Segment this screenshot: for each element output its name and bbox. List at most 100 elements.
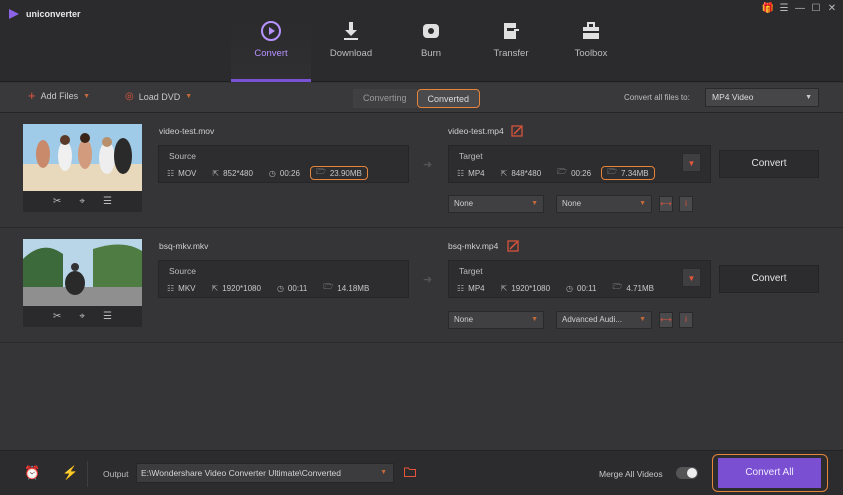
resolution-icon: ⇱ <box>500 168 508 178</box>
target-filename: video-test.mp4 <box>448 126 504 136</box>
clock-icon: ◷ <box>566 283 574 293</box>
source-duration: 00:26 <box>279 168 300 178</box>
output-path-select[interactable]: E:\Wondershare Video Converter Ultimate\… <box>136 463 394 483</box>
main-nav: Convert Download Burn Transfer Toolbox <box>231 20 631 82</box>
source-info: Source ☷ MKV ⇱ 1920*1080 ◷ 00:11 🗁 14.18MB <box>158 260 409 298</box>
merge-all-label: Merge All Videos <box>599 469 663 479</box>
alarm-clock-icon[interactable]: ⏰ <box>24 465 40 481</box>
target-settings-dropdown[interactable]: ▼ <box>682 268 701 287</box>
output-label: Output <box>103 469 129 479</box>
convert-all-highlight: Convert All <box>712 454 828 492</box>
info-icon: i <box>685 315 687 324</box>
effects-icon[interactable]: ☰ <box>103 311 112 322</box>
video-thumbnail[interactable] <box>23 124 142 191</box>
video-thumbnail-box: ✂ ⌖ ☰ <box>23 239 142 327</box>
scissors-icon[interactable]: ✂ <box>53 311 61 322</box>
convert-icon <box>261 21 281 41</box>
chevron-down-icon: ▼ <box>531 316 538 323</box>
open-folder-icon[interactable] <box>404 467 416 477</box>
folder-icon: 🗁 <box>323 282 334 291</box>
crop-icon[interactable]: ⌖ <box>79 196 85 207</box>
convert-button[interactable]: Convert <box>719 265 819 293</box>
resolution-icon: ⇱ <box>211 283 219 293</box>
chevron-down-icon: ▼ <box>639 316 646 323</box>
brand: uniconverter <box>8 8 81 20</box>
chevron-down-icon[interactable]: ▼ <box>83 93 90 100</box>
file-row: ✂ ⌖ ☰ bsq-mkv.mkv Source ☷ MKV ⇱ 1920*1080… <box>0 229 843 343</box>
clock-icon: ◷ <box>268 168 276 178</box>
audio-value: Advanced Audi... <box>562 315 623 324</box>
subtitle-select[interactable]: None ▼ <box>448 195 544 213</box>
target-duration: 00:26 <box>571 168 592 178</box>
merge-audio-button[interactable]: ⟷ <box>659 312 673 328</box>
nav-burn[interactable]: Burn <box>391 20 471 82</box>
info-button[interactable]: i <box>679 312 693 328</box>
chevron-down-icon: ▼ <box>639 200 646 207</box>
source-duration: 00:11 <box>287 283 308 293</box>
source-header: Source <box>169 151 196 161</box>
nav-convert[interactable]: Convert <box>231 20 311 82</box>
nav-toolbox[interactable]: Toolbox <box>551 20 631 82</box>
lightning-icon[interactable]: ⚡ <box>62 465 78 481</box>
nav-transfer[interactable]: Transfer <box>471 20 551 82</box>
output-format-select[interactable]: MP4 Video ▼ <box>705 88 819 107</box>
resolution-icon: ⇱ <box>500 283 508 293</box>
target-size: 4.71MB <box>626 283 654 293</box>
folder-icon: 🗁 <box>612 282 623 291</box>
subtitle-select[interactable]: None ▼ <box>448 311 544 329</box>
maximize-icon[interactable]: ☐ <box>811 4 821 14</box>
target-header: Target <box>459 266 483 276</box>
folder-icon: 🗁 <box>557 167 568 176</box>
tab-converted[interactable]: Converted <box>416 89 481 108</box>
source-details: ☷ MKV ⇱ 1920*1080 ◷ 00:11 🗁 14.18MB <box>167 281 385 295</box>
chevron-down-icon: ▼ <box>805 94 812 101</box>
target-details: ☷ MP4 ⇱ 848*480 🗁 00:26 🗁 7.34MB <box>457 166 671 180</box>
target-size: 7.34MB <box>621 168 649 178</box>
close-icon[interactable]: ✕ <box>827 4 837 14</box>
chevron-down-icon: ▼ <box>380 469 387 476</box>
nav-toolbox-label: Toolbox <box>574 48 608 59</box>
target-filename: bsq-mkv.mp4 <box>448 241 499 251</box>
toolbar: + Add Files ▼ ◎ Load DVD ▼ Converting Co… <box>0 83 843 113</box>
app-name: uniconverter <box>26 9 81 19</box>
audio-value: None <box>562 199 582 208</box>
minimize-icon[interactable]: — <box>795 4 805 14</box>
thumbnail-tools: ✂ ⌖ ☰ <box>23 306 142 327</box>
convert-all-to-label: Convert all files to: <box>624 93 690 102</box>
crop-icon[interactable]: ⌖ <box>79 311 85 322</box>
target-settings-dropdown[interactable]: ▼ <box>682 153 701 172</box>
file-row: ✂ ⌖ ☰ video-test.mov Source ☷ MOV ⇱ 852*48… <box>0 114 843 228</box>
source-size: 23.90MB <box>329 168 362 178</box>
audio-select[interactable]: Advanced Audi... ▼ <box>556 311 652 329</box>
merge-all-toggle[interactable] <box>676 467 698 479</box>
video-thumbnail-box: ✂ ⌖ ☰ <box>23 124 142 212</box>
merge-audio-button[interactable]: ⟷ <box>659 196 673 212</box>
video-thumbnail[interactable] <box>23 239 142 306</box>
chevron-down-icon: ▼ <box>687 159 696 168</box>
scissors-icon[interactable]: ✂ <box>53 196 61 207</box>
load-dvd-button[interactable]: ◎ Load DVD ▼ <box>125 91 192 102</box>
source-info: Source ☷ MOV ⇱ 852*480 ◷ 00:26 🗁 23.90MB <box>158 145 409 183</box>
burn-icon <box>423 24 439 38</box>
menu-icon[interactable]: ☰ <box>779 4 789 14</box>
chevron-down-icon[interactable]: ▼ <box>185 93 192 100</box>
arrow-right-icon: ➜ <box>423 159 433 171</box>
toolbox-icon <box>583 22 599 39</box>
arrow-right-icon: ➜ <box>423 274 433 286</box>
edit-icon[interactable] <box>507 240 519 252</box>
convert-all-button[interactable]: Convert All <box>718 458 821 488</box>
convert-button[interactable]: Convert <box>719 150 819 178</box>
nav-transfer-label: Transfer <box>493 48 529 59</box>
source-details: ☷ MOV ⇱ 852*480 ◷ 00:26 🗁 23.90MB <box>167 166 384 180</box>
edit-icon[interactable] <box>511 125 523 137</box>
add-files-button[interactable]: + Add Files ▼ <box>28 89 90 102</box>
effects-icon[interactable]: ☰ <box>103 196 112 207</box>
nav-convert-label: Convert <box>254 48 288 59</box>
nav-download[interactable]: Download <box>311 20 391 82</box>
tab-converting[interactable]: Converting <box>353 89 417 108</box>
info-button[interactable]: i <box>679 196 693 212</box>
audio-select[interactable]: None ▼ <box>556 195 652 213</box>
gift-icon[interactable]: 🎁 <box>762 4 774 14</box>
chevron-down-icon: ▼ <box>687 274 696 283</box>
folder-icon: 🗁 <box>315 167 326 176</box>
